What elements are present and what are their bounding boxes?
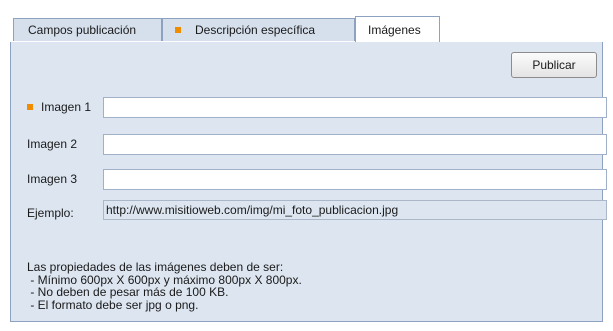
image-2-label-text: Imagen 2 (27, 137, 78, 151)
tab-descripcion-especifica[interactable]: Descripción específica (162, 18, 355, 41)
images-panel: Publicar Imagen 1 Imagen 2 Imagen 3 Ejem… (10, 42, 607, 322)
requirements-heading: Las propiedades de las imágenes deben de… (27, 260, 284, 274)
image-3-label-text: Imagen 3 (27, 172, 78, 186)
required-marker-icon (175, 27, 181, 33)
example-url: http://www.misitioweb.com/img/mi_foto_pu… (106, 203, 399, 217)
tab-imagenes[interactable]: Imágenes (355, 16, 440, 42)
required-marker-icon (27, 104, 33, 110)
image-3-label: Imagen 3 (27, 169, 77, 189)
tab-label: Descripción específica (195, 23, 316, 37)
image-2-input[interactable] (103, 134, 607, 155)
requirement-item: - El formato debe ser jpg o png. (27, 297, 199, 312)
tab-label: Campos publicación (28, 23, 137, 37)
publish-button[interactable]: Publicar (511, 52, 597, 78)
image-2-label: Imagen 2 (27, 134, 77, 154)
image-requirements: Las propiedades de las imágenes deben de… (27, 261, 302, 311)
example-url-field: http://www.misitioweb.com/img/mi_foto_pu… (103, 200, 607, 220)
image-1-label: Imagen 1 (27, 97, 91, 117)
image-3-input[interactable] (103, 169, 607, 190)
tab-label: Imágenes (368, 22, 421, 37)
tab-campos-publicacion[interactable]: Campos publicación (13, 18, 162, 41)
image-1-input[interactable] (103, 97, 607, 118)
example-label: Ejemplo: (27, 206, 74, 220)
tab-strip: Campos publicación Descripción específic… (10, 14, 603, 43)
image-1-label-text: Imagen 1 (41, 100, 92, 114)
requirement-item: - No deben de pesar más de 100 KB. (27, 285, 229, 299)
